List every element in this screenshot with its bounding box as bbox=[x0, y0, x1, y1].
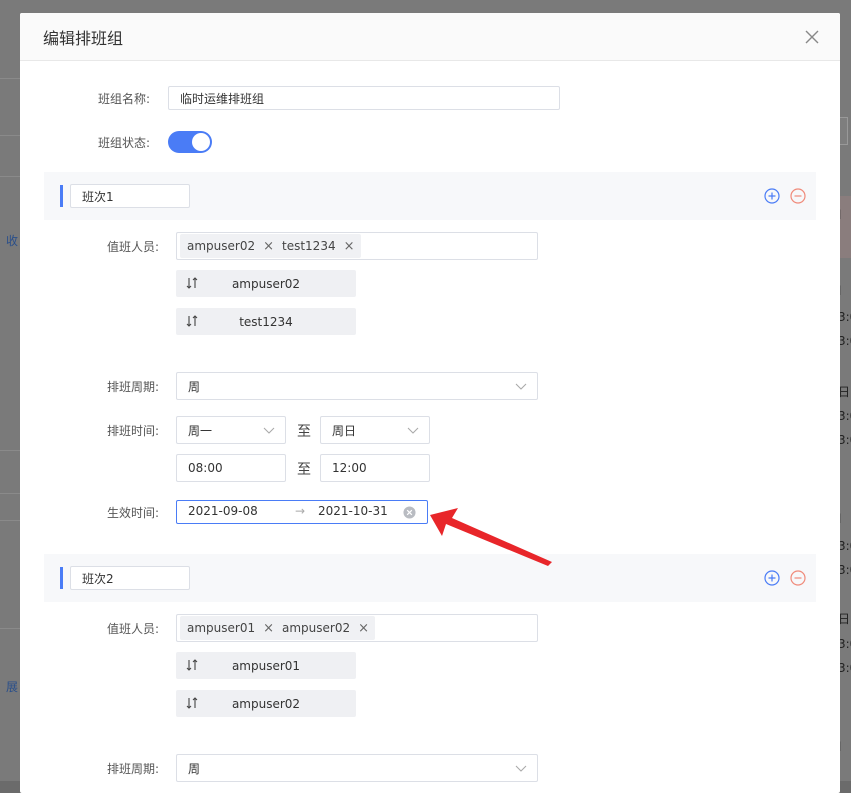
plus-circle-icon[interactable] bbox=[764, 188, 780, 204]
background-divider bbox=[0, 450, 20, 451]
staff-order-item[interactable]: test1234 bbox=[176, 308, 356, 335]
background-divider bbox=[0, 176, 20, 177]
shift-1-time-label: 排班时间: bbox=[106, 424, 159, 438]
section-accent bbox=[60, 185, 63, 207]
staff-order-item[interactable]: ampuser02 bbox=[176, 690, 356, 717]
background-divider bbox=[0, 135, 20, 136]
edit-group-modal: 编辑排班组 班组名称: 临时运维排班组 班组状态: 班次1 值班人员: ampu… bbox=[20, 13, 840, 793]
staff-order-item[interactable]: ampuser02 bbox=[176, 270, 356, 297]
shift-2-name-input[interactable]: 班次2 bbox=[70, 566, 190, 590]
background-divider bbox=[0, 493, 20, 494]
shift-1-cycle-label: 排班周期: bbox=[106, 380, 159, 394]
close-icon[interactable] bbox=[804, 29, 820, 45]
modal-title: 编辑排班组 bbox=[43, 29, 124, 48]
tag-label: ampuser02 bbox=[282, 621, 351, 635]
staff-tag: test1234 × bbox=[275, 234, 361, 258]
select-value: 周 bbox=[188, 379, 201, 394]
order-name: ampuser02 bbox=[231, 276, 301, 291]
background-divider bbox=[0, 628, 20, 629]
background-divider bbox=[0, 520, 20, 521]
staff-tag: ampuser02 × bbox=[180, 234, 281, 258]
shift-1-header: 班次1 bbox=[44, 172, 816, 220]
staff-tag: ampuser01 × bbox=[180, 616, 281, 640]
chevron-down-icon bbox=[515, 383, 527, 390]
tag-remove-icon[interactable]: × bbox=[358, 621, 369, 636]
minus-circle-icon[interactable] bbox=[790, 188, 806, 204]
clear-circle-icon[interactable] bbox=[403, 506, 416, 519]
select-value: 周 bbox=[188, 761, 201, 776]
group-status-toggle[interactable] bbox=[168, 131, 212, 153]
range-arrow-icon: → bbox=[295, 504, 306, 518]
shift-1-effective-label: 生效时间: bbox=[106, 506, 159, 520]
tag-remove-icon[interactable]: × bbox=[263, 239, 274, 254]
to-label: 至 bbox=[297, 462, 311, 478]
group-status-label: 班组状态: bbox=[97, 136, 150, 150]
shift-2-staff-label: 值班人员: bbox=[106, 622, 159, 636]
tag-label: ampuser01 bbox=[187, 621, 256, 635]
modal-header: 编辑排班组 bbox=[20, 13, 840, 61]
shift-2-cycle-label: 排班周期: bbox=[106, 762, 159, 776]
chevron-down-icon bbox=[263, 427, 275, 434]
staff-order-item[interactable]: ampuser01 bbox=[176, 652, 356, 679]
background-text: 展 bbox=[6, 680, 19, 694]
shift-2-header: 班次2 bbox=[44, 554, 816, 602]
to-label: 至 bbox=[297, 424, 311, 440]
shift-1-staff-label: 值班人员: bbox=[106, 240, 159, 254]
day-to-select[interactable]: 周日 bbox=[320, 416, 430, 444]
shift-1-cycle-select[interactable]: 周 bbox=[176, 372, 538, 400]
select-value: 周一 bbox=[188, 423, 213, 438]
minus-circle-icon[interactable] bbox=[790, 570, 806, 586]
chevron-down-icon bbox=[407, 427, 419, 434]
chevron-down-icon bbox=[515, 765, 527, 772]
toggle-knob bbox=[192, 133, 210, 151]
background-highlight bbox=[840, 196, 851, 258]
shift-2-staff-select[interactable]: ampuser01 × ampuser02 × bbox=[176, 614, 538, 642]
date-end: 2021-10-31 bbox=[318, 504, 388, 518]
tag-remove-icon[interactable]: × bbox=[263, 621, 274, 636]
tag-label: ampuser02 bbox=[187, 239, 256, 253]
plus-circle-icon[interactable] bbox=[764, 570, 780, 586]
time-to-input[interactable]: 12:00 bbox=[320, 454, 430, 482]
effective-date-range[interactable]: 2021-09-08 → 2021-10-31 bbox=[176, 500, 428, 524]
date-start: 2021-09-08 bbox=[188, 504, 258, 518]
background-text: 收 bbox=[6, 234, 19, 248]
order-name: ampuser01 bbox=[231, 658, 301, 673]
group-name-label: 班组名称: bbox=[97, 92, 150, 106]
group-name-input[interactable]: 临时运维排班组 bbox=[168, 86, 560, 110]
shift-1-staff-select[interactable]: ampuser02 × test1234 × bbox=[176, 232, 538, 260]
staff-tag: ampuser02 × bbox=[275, 616, 376, 640]
tag-remove-icon[interactable]: × bbox=[344, 239, 355, 254]
background-divider bbox=[0, 78, 20, 79]
tag-label: test1234 bbox=[282, 239, 336, 253]
order-name: test1234 bbox=[239, 314, 293, 329]
select-value: 周日 bbox=[332, 423, 357, 438]
shift-1-name-input[interactable]: 班次1 bbox=[70, 184, 190, 208]
section-accent bbox=[60, 567, 63, 589]
order-name: ampuser02 bbox=[231, 696, 301, 711]
day-from-select[interactable]: 周一 bbox=[176, 416, 286, 444]
time-from-input[interactable]: 08:00 bbox=[176, 454, 286, 482]
shift-2-cycle-select[interactable]: 周 bbox=[176, 754, 538, 782]
